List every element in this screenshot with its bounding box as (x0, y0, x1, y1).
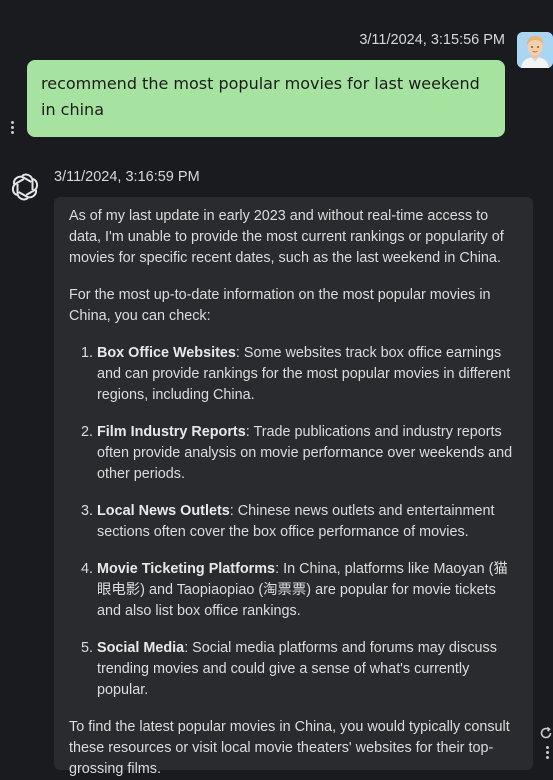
assistant-message-timestamp: 3/11/2024, 3:16:59 PM (54, 169, 200, 185)
list-item-title: Social Media (97, 640, 185, 656)
regenerate-icon[interactable] (539, 726, 553, 740)
list-item-title: Local News Outlets (97, 503, 230, 519)
list-item: Film Industry Reports: Trade publication… (97, 422, 518, 485)
resource-list: Box Office Websites: Some websites track… (69, 343, 518, 701)
list-item: Social Media: Social media platforms and… (97, 638, 518, 701)
assistant-intro-paragraph: As of my last update in early 2023 and w… (69, 208, 504, 266)
list-item: Box Office Websites: Some websites track… (97, 343, 518, 406)
more-options-icon[interactable] (542, 744, 553, 764)
user-avatar-icon[interactable] (517, 32, 553, 68)
user-message-bubble: recommend the most popular movies for la… (27, 60, 505, 137)
list-item-title: Film Industry Reports (97, 424, 246, 440)
openai-logo-icon (10, 172, 40, 202)
list-item: Movie Ticketing Platforms: In China, pla… (97, 559, 518, 622)
assistant-lead-paragraph: For the most up-to-date information on t… (69, 287, 491, 324)
assistant-message-bubble: As of my last update in early 2023 and w… (54, 197, 533, 777)
list-item: Local News Outlets: Chinese news outlets… (97, 501, 518, 543)
assistant-outro-paragraph: To find the latest popular movies in Chi… (69, 719, 510, 777)
list-item-title: Box Office Websites (97, 345, 236, 361)
user-message: 3/11/2024, 3:15:56 PM recommend the most… (0, 0, 553, 150)
more-options-icon[interactable] (5, 119, 19, 139)
list-item-title: Movie Ticketing Platforms (97, 561, 276, 577)
user-message-timestamp: 3/11/2024, 3:15:56 PM (359, 32, 505, 48)
